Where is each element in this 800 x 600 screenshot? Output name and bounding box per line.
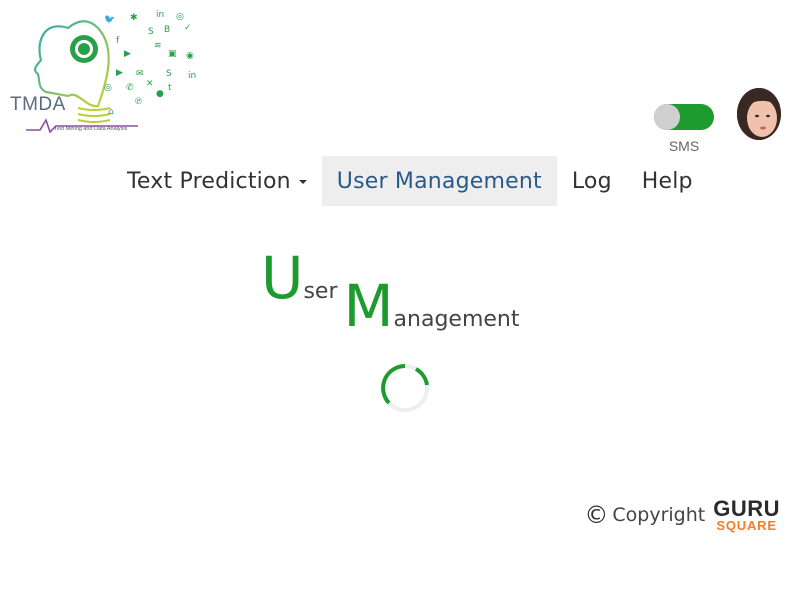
nav-item-label: Log: [571, 168, 612, 194]
svg-text:✉: ✉: [136, 69, 144, 79]
svg-text:◉: ◉: [186, 51, 194, 61]
svg-text:▶: ▶: [116, 68, 123, 78]
page-title: U ser M anagement: [261, 240, 520, 335]
svg-text:🐦: 🐦: [104, 14, 115, 25]
svg-text:◎: ◎: [104, 83, 112, 93]
svg-text:t: t: [168, 83, 172, 93]
title-rest-anagement: anagement: [393, 307, 520, 332]
title-rest-ser: ser: [303, 279, 338, 304]
svg-text:✓: ✓: [184, 23, 192, 33]
lightbulb-head-logo-icon: 🐦 ✱ in ◎ f S B ✓ ≋ ▶ ▣ ◉ ▶ ✉ S in ◎ ✆ ✕ …: [26, 10, 196, 134]
logo-subtitle: Text Mining and Data Analysis: [54, 126, 128, 132]
copyright-icon: ©: [584, 501, 609, 529]
main-nav: Text Prediction User Management Log Help: [112, 156, 708, 206]
tmda-logo[interactable]: 🐦 ✱ in ◎ f S B ✓ ≋ ▶ ▣ ◉ ▶ ✉ S in ◎ ✆ ✕ …: [8, 8, 214, 138]
title-initial-u: U: [261, 244, 304, 312]
user-avatar[interactable]: [737, 88, 781, 140]
svg-text:in: in: [156, 10, 164, 20]
nav-item-text-prediction[interactable]: Text Prediction: [112, 156, 322, 206]
svg-text:℗: ℗: [134, 97, 143, 107]
svg-text:S: S: [148, 27, 154, 37]
copyright-text: Copyright: [612, 504, 706, 526]
svg-text:✆: ✆: [126, 83, 134, 93]
brand-top: GURU: [713, 496, 780, 521]
nav-item-help[interactable]: Help: [627, 156, 708, 206]
nav-item-label: Help: [641, 168, 693, 194]
title-word-user: U ser: [261, 249, 338, 307]
nav-item-log[interactable]: Log: [557, 156, 627, 206]
title-word-management: M anagement: [344, 277, 520, 335]
sms-toggle[interactable]: [654, 104, 714, 130]
svg-text:f: f: [116, 36, 120, 46]
toggle-knob: [654, 104, 680, 130]
avatar-face-icon: [737, 88, 781, 140]
nav-item-user-management[interactable]: User Management: [321, 156, 557, 206]
svg-text:B: B: [164, 25, 170, 35]
svg-text:▣: ▣: [168, 49, 177, 59]
brand-bottom: SQUARE: [716, 518, 777, 533]
svg-text:in: in: [188, 71, 196, 81]
svg-text:●: ●: [156, 89, 164, 99]
svg-text:⌂: ⌂: [108, 107, 114, 117]
nav-item-label: User Management: [336, 168, 542, 194]
logo-wordmark: TMDA: [10, 94, 66, 115]
svg-text:✕: ✕: [146, 79, 154, 89]
title-initial-m: M: [343, 272, 394, 340]
footer: © Copyright GURU SQUARE: [584, 496, 780, 533]
nav-item-label: Text Prediction: [127, 168, 291, 194]
sms-toggle-label: SMS: [668, 138, 700, 154]
svg-text:◎: ◎: [176, 12, 184, 22]
svg-text:▶: ▶: [124, 49, 131, 59]
svg-text:≋: ≋: [154, 41, 162, 51]
svg-text:S: S: [166, 69, 172, 79]
loading-spinner-icon: [381, 364, 429, 412]
caret-down-icon: [298, 180, 307, 184]
gurusquare-logo[interactable]: GURU SQUARE: [713, 496, 780, 533]
svg-text:✱: ✱: [130, 13, 138, 23]
